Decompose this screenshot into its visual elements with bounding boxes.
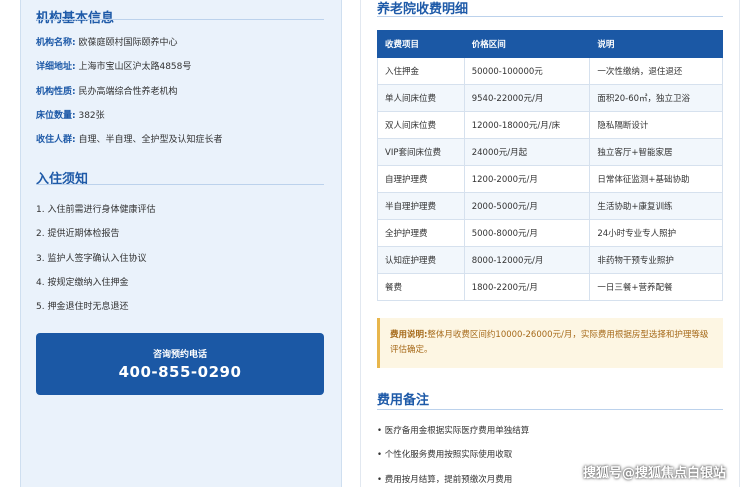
table-cell: 餐费 [377,273,465,301]
table-cell: 一次性缴纳，退住退还 [589,57,723,85]
table-cell: 24000元/月起 [463,138,591,166]
remarks-divider [377,409,723,410]
column-header: 价格区间 [463,30,591,58]
notice-item: 1. 入住前需进行身体健康评估 [36,205,156,215]
notice-item: 5. 押金退住时无息退还 [36,302,129,312]
phone-label: 咨询预约电话 [152,350,207,360]
phone-number[interactable]: 400-855-0290 [36,363,324,381]
fee-note-text: 整体月收费区间约10000-26000元/月，实际费用根据房型选择和护理等级评估… [390,330,709,355]
table-cell: 独立客厅+智能家居 [589,138,723,166]
table-cell: 半自理护理费 [377,192,465,220]
watermark: 搜狐号@搜狐焦点白银站 [582,466,726,481]
notice-item: 3. 监护人签字确认入住协议 [36,254,147,264]
fees-table: 收费项目 价格区间 说明 入住押金 50000-100000元 一次性缴纳，退住… [377,30,723,301]
fees-panel: 养老院收费明细 收费项目 价格区间 说明 入住押金 50000-100000元 … [360,0,740,487]
info-value: 自理、半自理、全护型及认知症长者 [78,135,223,145]
table-cell: 面积20-60㎡，独立卫浴 [589,84,723,112]
column-header: 收费项目 [377,30,465,58]
table-row: 餐费 1800-2200元/月 一日三餐+营养配餐 [377,273,723,301]
table-cell: 双人间床位费 [377,111,465,139]
table-row: 单人间床位费 9540-22000元/月 面积20-60㎡，独立卫浴 [377,84,723,112]
table-row: VIP套间床位费 24000元/月起 独立客厅+智能家居 [377,138,723,166]
basic-info-divider [36,19,324,20]
table-row: 全护护理费 5000-8000元/月 24小时专业专人照护 [377,219,723,247]
table-cell: 认知症护理费 [377,246,465,274]
table-cell: 2000-5000元/月 [463,192,591,220]
table-cell: 隐私隔断设计 [589,111,723,139]
table-cell: 9540-22000元/月 [463,84,591,112]
table-row: 双人间床位费 12000-18000元/月/床 隐私隔断设计 [377,111,723,139]
table-cell: 入住押金 [377,57,465,85]
info-row-beds: 床位数量: 382张 [36,108,105,121]
table-cell: 日常体征监测+基础协助 [589,165,723,193]
table-cell: 生活协助+康复训练 [589,192,723,220]
institution-panel: 机构基本信息 机构名称: 欧葆庭颐村国际颐养中心 详细地址: 上海市宝山区沪太路… [20,0,342,487]
remark-item: • 医疗备用金根据实际医疗费用单独结算 [377,426,530,436]
info-row-address: 详细地址: 上海市宝山区沪太路4858号 [36,59,191,72]
info-row-nature: 机构性质: 民办高端综合性养老机构 [36,84,178,97]
fee-note-box: 费用说明:整体月收费区间约10000-26000元/月，实际费用根据房型选择和护… [377,318,723,368]
info-value: 欧葆庭颐村国际颐养中心 [78,38,178,48]
table-cell: VIP套间床位费 [377,138,465,166]
table-cell: 单人间床位费 [377,84,465,112]
table-cell: 全护护理费 [377,219,465,247]
fees-divider [377,16,723,17]
table-cell: 8000-12000元/月 [463,246,591,274]
table-header-row: 收费项目 价格区间 说明 [377,30,723,58]
table-row: 入住押金 50000-100000元 一次性缴纳，退住退还 [377,57,723,85]
table-row: 自理护理费 1200-2000元/月 日常体征监测+基础协助 [377,165,723,193]
table-cell: 一日三餐+营养配餐 [589,273,723,301]
table-row: 认知症护理费 8000-12000元/月 非药物干预专业照护 [377,246,723,274]
notice-item: 2. 提供近期体检报告 [36,229,120,239]
table-cell: 自理护理费 [377,165,465,193]
info-label: 机构性质: [36,87,76,97]
table-cell: 5000-8000元/月 [463,219,591,247]
remarks-title: 费用备注 [377,393,430,408]
fees-title: 养老院收费明细 [377,2,469,17]
info-row-residents: 收住人群: 自理、半自理、全护型及认知症长者 [36,132,223,145]
info-label: 床位数量: [36,111,76,121]
consult-phone-box[interactable]: 咨询预约电话 400-855-0290 [36,333,324,395]
basic-info-title: 机构基本信息 [36,11,115,26]
table-cell: 50000-100000元 [463,57,591,85]
remark-item: • 费用按月结算，提前预缴次月费用 [377,475,513,485]
remark-item: • 个性化服务费用按照实际使用收取 [377,450,513,460]
notice-item: 4. 按规定缴纳入住押金 [36,278,129,288]
table-cell: 1800-2200元/月 [463,273,591,301]
info-value: 382张 [78,111,105,121]
table-cell: 24小时专业专人照护 [589,219,723,247]
notice-divider [36,184,324,185]
table-cell: 12000-18000元/月/床 [463,111,591,139]
info-value: 上海市宝山区沪太路4858号 [78,62,192,72]
info-label: 详细地址: [36,62,76,72]
column-header: 说明 [589,30,723,58]
table-cell: 非药物干预专业照护 [589,246,723,274]
info-label: 机构名称: [36,38,76,48]
fee-note-label: 费用说明: [390,330,428,340]
info-row-name: 机构名称: 欧葆庭颐村国际颐养中心 [36,35,178,48]
table-cell: 1200-2000元/月 [463,165,591,193]
table-row: 半自理护理费 2000-5000元/月 生活协助+康复训练 [377,192,723,220]
info-label: 收住人群: [36,135,76,145]
info-value: 民办高端综合性养老机构 [78,87,178,97]
